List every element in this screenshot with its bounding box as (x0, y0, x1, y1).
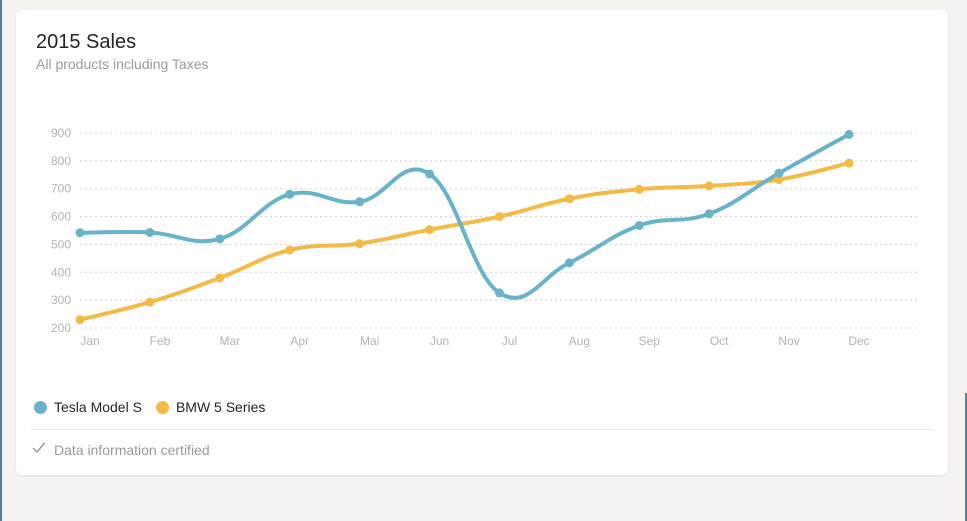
x-tick-label: Mar (219, 334, 240, 348)
line-chart: 200 300 400 500 600 700 800 900 Jan Feb Mar Apr Mai… (51, 126, 919, 348)
x-tick-label: Jul (502, 334, 517, 348)
x-tick-label: Jun (430, 334, 449, 348)
y-axis-ticks: 200 300 400 500 600 700 800 900 (51, 126, 71, 335)
check-icon (32, 441, 48, 458)
x-tick-label: Oct (710, 334, 729, 348)
data-point-tesla[interactable] (844, 129, 854, 139)
data-point-tesla[interactable] (145, 227, 155, 237)
y-tick-label: 700 (51, 182, 71, 196)
chart-card: 2015 Sales All products including Taxes … (16, 10, 948, 475)
data-point-tesla[interactable] (704, 209, 714, 219)
x-tick-label: Dec (848, 334, 869, 348)
data-point-bmw[interactable] (215, 273, 225, 283)
data-point-bmw[interactable] (564, 194, 574, 204)
data-point-tesla[interactable] (355, 197, 365, 207)
x-tick-label: Mai (360, 334, 379, 348)
data-point-bmw[interactable] (285, 245, 295, 255)
data-point-bmw[interactable] (494, 212, 504, 222)
data-point-tesla[interactable] (285, 189, 295, 199)
x-tick-label: Nov (778, 334, 799, 348)
data-point-bmw[interactable] (634, 184, 644, 194)
chart-legend: Tesla Model S BMW 5 Series (34, 399, 279, 415)
footer-text: Data information certified (54, 441, 210, 458)
x-tick-label: Jan (80, 334, 99, 348)
x-tick-label: Feb (150, 334, 171, 348)
legend-dot-tesla (34, 400, 47, 414)
data-point-bmw[interactable] (145, 297, 155, 307)
y-tick-label: 900 (51, 126, 71, 140)
y-tick-label: 300 (51, 293, 71, 307)
data-point-tesla[interactable] (425, 169, 435, 179)
data-point-bmw[interactable] (425, 225, 435, 235)
y-tick-label: 400 (51, 265, 71, 279)
x-tick-label: Apr (290, 334, 309, 348)
x-tick-label: Aug (569, 334, 590, 348)
card-footer: Data information certified (32, 441, 210, 458)
y-tick-label: 800 (51, 154, 71, 168)
series-points (75, 129, 854, 325)
series-lines (78, 132, 851, 322)
y-tick-label: 600 (51, 210, 71, 224)
data-point-tesla[interactable] (215, 234, 225, 244)
grid-lines (80, 132, 919, 329)
data-point-tesla[interactable] (564, 258, 574, 268)
data-point-bmw[interactable] (75, 315, 85, 325)
y-tick-label: 500 (51, 237, 71, 251)
data-point-tesla[interactable] (494, 288, 504, 298)
legend-label-tesla: Tesla Model S (54, 399, 142, 415)
x-tick-label: Sep (639, 334, 661, 348)
legend-item-tesla: Tesla Model S (34, 399, 142, 415)
legend-item-bmw: BMW 5 Series (155, 399, 266, 415)
window-left-edge (0, 0, 2, 521)
y-tick-label: 200 (51, 321, 71, 335)
legend-dot-bmw (155, 400, 169, 414)
legend-label-bmw: BMW 5 Series (175, 399, 266, 415)
data-point-tesla[interactable] (75, 228, 85, 238)
data-point-bmw[interactable] (355, 239, 365, 249)
data-point-tesla[interactable] (634, 220, 644, 230)
data-point-bmw[interactable] (704, 181, 714, 191)
data-point-bmw[interactable] (844, 158, 854, 168)
x-axis-ticks: Jan Feb Mar Apr Mai Jun Jul Aug Sep Oct Nov Dec (80, 334, 869, 348)
footer-divider (31, 429, 933, 430)
data-point-tesla[interactable] (774, 168, 784, 178)
